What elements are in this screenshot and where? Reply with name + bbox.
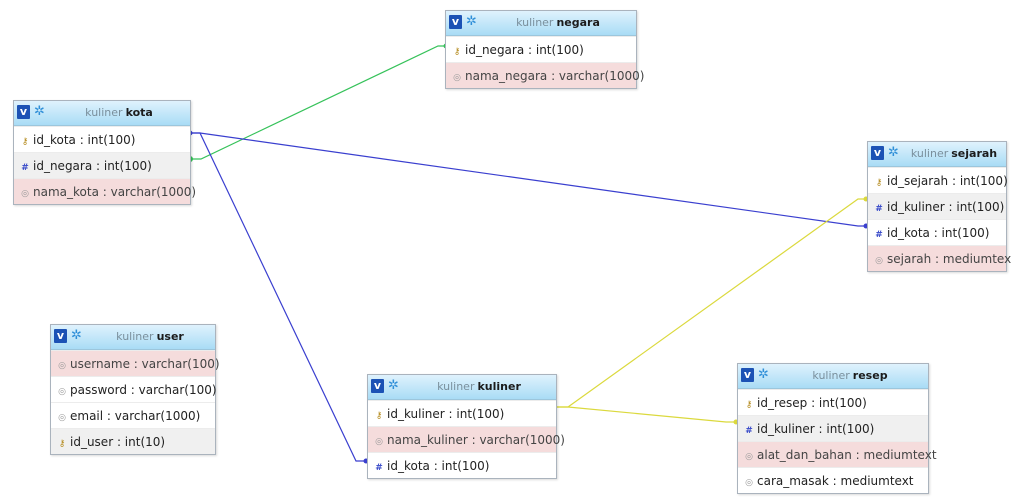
column-row[interactable]: ◎ alat_dan_bahan : mediumtext bbox=[738, 441, 937, 467]
column-label: cara_masak : mediumtext bbox=[757, 474, 914, 488]
gear-icon[interactable]: ✲ bbox=[71, 329, 85, 343]
key-icon: ⚷ bbox=[58, 439, 66, 449]
text-icon: ◎ bbox=[745, 478, 753, 488]
text-icon: ◎ bbox=[453, 73, 461, 83]
toggle-columns-button[interactable]: v bbox=[54, 329, 67, 343]
column-row[interactable]: ◎ nama_kota : varchar(1000) bbox=[14, 178, 196, 204]
column-label: email : varchar(1000) bbox=[70, 409, 201, 423]
column-row[interactable]: ◎ nama_negara : varchar(1000) bbox=[446, 62, 644, 88]
table-header[interactable]: v ✲ kuliner kuliner bbox=[368, 375, 556, 400]
column-row[interactable]: # id_kuliner : int(100) bbox=[738, 415, 928, 441]
column-label: id_kuliner : int(100) bbox=[757, 422, 875, 436]
table-title: kuliner user bbox=[116, 330, 184, 343]
column-row[interactable]: ◎ cara_masak : mediumtext bbox=[738, 467, 928, 493]
column-label: alat_dan_bahan : mediumtext bbox=[757, 448, 937, 462]
table-kuliner[interactable]: v ✲ kuliner kuliner ⚷ id_kuliner : int(100… bbox=[367, 374, 565, 479]
relation-kota-negara bbox=[190, 45, 446, 160]
relation-kuliner-kota bbox=[190, 132, 366, 462]
table-header[interactable]: v ✲ kuliner sejarah bbox=[868, 142, 1006, 167]
column-row[interactable]: ⚷ id_kuliner : int(100) bbox=[368, 400, 556, 426]
column-label: id_negara : int(100) bbox=[465, 43, 584, 57]
column-label: id_kota : int(100) bbox=[887, 226, 990, 240]
toggle-columns-button[interactable]: v bbox=[741, 368, 754, 382]
table-resep[interactable]: v ✲ kuliner resep ⚷ id_resep : int(100) # id… bbox=[737, 363, 937, 494]
column-row[interactable]: # id_kota : int(100) bbox=[868, 219, 1006, 245]
column-row[interactable]: # id_kuliner : int(100) bbox=[868, 193, 1006, 219]
column-label: password : varchar(100) bbox=[70, 383, 217, 397]
table-title: kuliner negara bbox=[516, 16, 600, 29]
gear-icon[interactable]: ✲ bbox=[888, 146, 902, 160]
toggle-columns-button[interactable]: v bbox=[871, 146, 884, 160]
relation-sejarah-kota bbox=[190, 132, 866, 227]
column-label: id_kuliner : int(100) bbox=[387, 407, 505, 421]
column-row[interactable]: ◎ username : varchar(100) bbox=[51, 350, 220, 376]
column-row[interactable]: ◎ sejarah : mediumtext bbox=[868, 245, 1011, 271]
column-row[interactable]: # id_kota : int(100) bbox=[368, 452, 556, 478]
relation-resep-kuliner bbox=[556, 406, 736, 423]
column-label: sejarah : mediumtext bbox=[887, 252, 1011, 266]
column-label: username : varchar(100) bbox=[70, 357, 220, 371]
column-label: id_negara : int(100) bbox=[33, 159, 152, 173]
column-row[interactable]: ◎ nama_kuliner : varchar(1000) bbox=[368, 426, 565, 452]
column-row[interactable]: ⚷ id_negara : int(100) bbox=[446, 36, 636, 62]
column-row[interactable]: ⚷ id_sejarah : int(100) bbox=[868, 167, 1008, 193]
gear-icon[interactable]: ✲ bbox=[758, 368, 772, 382]
toggle-columns-button[interactable]: v bbox=[371, 379, 384, 393]
text-icon: ◎ bbox=[875, 256, 883, 266]
table-title: kuliner kota bbox=[85, 106, 153, 119]
column-label: id_kota : int(100) bbox=[387, 459, 490, 473]
toggle-columns-button[interactable]: v bbox=[17, 105, 30, 119]
column-label: id_user : int(10) bbox=[70, 435, 166, 449]
table-title: kuliner resep bbox=[812, 369, 888, 382]
table-header[interactable]: v ✲ kuliner kota bbox=[14, 101, 190, 126]
toggle-columns-button[interactable]: v bbox=[449, 15, 462, 29]
table-header[interactable]: v ✲ kuliner user bbox=[51, 325, 215, 350]
column-row[interactable]: ⚷ id_resep : int(100) bbox=[738, 389, 928, 415]
table-sejarah[interactable]: v ✲ kuliner sejarah ⚷ id_sejarah : int(100… bbox=[867, 141, 1011, 272]
table-title: kuliner sejarah bbox=[910, 147, 998, 160]
table-title: kuliner kuliner bbox=[437, 380, 521, 393]
table-header[interactable]: v ✲ kuliner resep bbox=[738, 364, 928, 389]
column-label: id_resep : int(100) bbox=[757, 396, 867, 410]
column-label: id_sejarah : int(100) bbox=[887, 174, 1008, 188]
gear-icon[interactable]: ✲ bbox=[388, 379, 402, 393]
text-icon: ◎ bbox=[21, 189, 29, 199]
gear-icon[interactable]: ✲ bbox=[34, 105, 48, 119]
table-kota[interactable]: v ✲ kuliner kota ⚷ id_kota : int(100) # id_n… bbox=[13, 100, 196, 205]
column-label: id_kuliner : int(100) bbox=[887, 200, 1005, 214]
column-label: nama_kuliner : varchar(1000) bbox=[387, 433, 565, 447]
column-row[interactable]: ⚷ id_user : int(10) bbox=[51, 428, 215, 454]
table-user[interactable]: v ✲ kuliner user ◎ username : varchar(100)… bbox=[50, 324, 220, 455]
column-row[interactable]: ◎ password : varchar(100) bbox=[51, 376, 217, 402]
hash-icon: # bbox=[375, 463, 383, 473]
table-negara[interactable]: v ✲ kuliner negara ⚷ id_negara : int(100) ◎… bbox=[445, 10, 644, 89]
column-row[interactable]: ◎ email : varchar(1000) bbox=[51, 402, 215, 428]
column-row[interactable]: # id_negara : int(100) bbox=[14, 152, 190, 178]
table-header[interactable]: v ✲ kuliner negara bbox=[446, 11, 636, 36]
column-label: id_kota : int(100) bbox=[33, 133, 136, 147]
column-row[interactable]: ⚷ id_kota : int(100) bbox=[14, 126, 190, 152]
gear-icon[interactable]: ✲ bbox=[466, 15, 480, 29]
column-label: nama_kota : varchar(1000) bbox=[33, 185, 197, 199]
column-label: nama_negara : varchar(1000) bbox=[465, 69, 645, 83]
